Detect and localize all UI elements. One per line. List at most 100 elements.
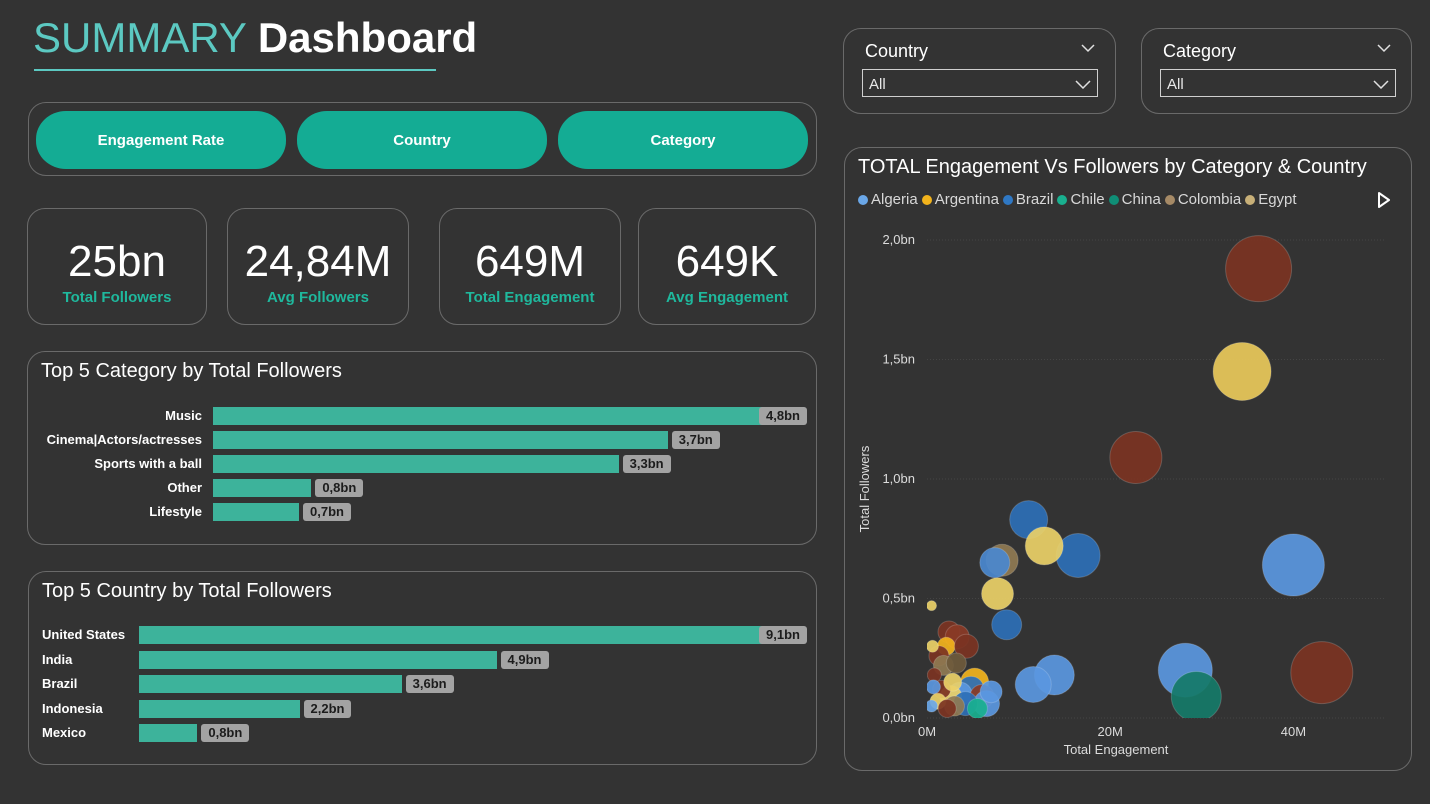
scatter-bubble[interactable] xyxy=(1261,533,1325,597)
scatter-bubble[interactable] xyxy=(1170,670,1222,721)
y-axis-title: Total Followers xyxy=(857,445,872,532)
bar[interactable] xyxy=(139,724,198,742)
page-title: SUMMARY Dashboard xyxy=(33,14,477,62)
country-dropdown[interactable]: All xyxy=(862,69,1098,97)
bar-category-label: United States xyxy=(42,627,126,642)
bar[interactable] xyxy=(139,650,497,669)
chevron-down-icon[interactable] xyxy=(1377,43,1391,53)
title-summary: SUMMARY xyxy=(33,14,247,61)
bar-row[interactable]: Brazil 3,6bn xyxy=(29,674,816,694)
y-tick-label: 2,0bn xyxy=(882,232,915,247)
bar[interactable] xyxy=(213,455,619,473)
x-tick-label: 0M xyxy=(918,724,936,739)
bar-row[interactable]: India 4,9bn xyxy=(29,650,816,670)
y-tick-label: 1,5bn xyxy=(882,352,915,367)
engagement-followers-scatter: TOTAL Engagement Vs Followers by Categor… xyxy=(844,147,1412,771)
kpi-value: 649K xyxy=(675,237,779,286)
category-dropdown[interactable]: All xyxy=(1160,69,1396,97)
bar[interactable] xyxy=(213,431,668,449)
scatter-bubble[interactable] xyxy=(926,679,941,695)
scatter-bubble[interactable] xyxy=(943,672,963,692)
kpi-label: Avg Engagement xyxy=(666,289,788,306)
category-button[interactable]: Category xyxy=(558,111,808,169)
bar-value-label: 9,1bn xyxy=(759,626,807,644)
bar[interactable] xyxy=(139,675,402,693)
scatter-bubble[interactable] xyxy=(1212,341,1272,401)
bar-category-label: Sports with a ball xyxy=(94,456,202,471)
chevron-down-icon xyxy=(1075,80,1091,89)
kpi-label: Total Followers xyxy=(62,289,172,306)
bar-value-label: 3,6bn xyxy=(405,675,454,693)
scatter-bubble[interactable] xyxy=(927,600,938,612)
title-underline xyxy=(34,69,436,71)
chevron-down-icon xyxy=(1373,80,1389,89)
slicer-title: Country xyxy=(865,41,929,61)
scatter-bubble[interactable] xyxy=(966,697,988,718)
bar[interactable] xyxy=(213,479,312,497)
bar-row[interactable]: Lifestyle 0,7bn xyxy=(28,502,816,522)
scatter-plot-area: 0,0bn 0,5bn 1,0bn 1,5bn 2,0bn 0M 20M 40M Total E… xyxy=(857,232,1385,757)
scatter-bubble[interactable] xyxy=(981,577,1015,611)
kpi-value: 25bn xyxy=(68,237,166,286)
bar-category-label: Music xyxy=(165,408,202,423)
top-category-chart: Top 5 Category by Total Followers Music 4… xyxy=(27,351,817,545)
scatter-bubble[interactable] xyxy=(991,609,1023,641)
dropdown-value: All xyxy=(869,76,886,93)
scatter-bubble[interactable] xyxy=(1014,666,1052,704)
chevron-down-icon[interactable] xyxy=(1081,43,1095,53)
bar-row[interactable]: Mexico 0,8bn xyxy=(29,723,816,743)
scatter-bubble[interactable] xyxy=(937,698,957,718)
bar-category-label: Indonesia xyxy=(42,700,103,716)
y-tick-label: 0,5bn xyxy=(882,591,915,606)
x-tick-label: 20M xyxy=(1098,724,1123,739)
bar[interactable] xyxy=(139,699,300,718)
scatter-bubble[interactable] xyxy=(979,547,1011,579)
bar-row[interactable]: Cinema|Actors/actresses 3,7bn xyxy=(28,430,816,450)
y-tick-label: 1,0bn xyxy=(882,471,915,486)
scatter-bubble[interactable] xyxy=(945,652,967,674)
x-axis-title: Total Engagement xyxy=(1064,742,1169,757)
kpi-value: 649M xyxy=(474,237,586,286)
scatter-bubble[interactable] xyxy=(1024,526,1064,566)
chart-title: Top 5 Country by Total Followers xyxy=(42,580,332,602)
bar-category-label: Brazil xyxy=(42,676,78,691)
kpi-value: 24,84M xyxy=(244,237,392,286)
bar-value-label: 4,9bn xyxy=(500,650,549,669)
bar-value-label: 3,3bn xyxy=(622,455,671,473)
bar-row[interactable]: Sports with a ball 3,3bn xyxy=(28,454,816,474)
engagement-rate-button[interactable]: Engagement Rate xyxy=(36,111,286,169)
slicer-title: Category xyxy=(1163,41,1237,61)
bar[interactable] xyxy=(213,503,300,521)
kpi-card-total-engagement: 649M Total Engagement xyxy=(439,208,621,325)
bar-value-label: 0,8bn xyxy=(315,479,364,497)
bar-row[interactable]: Other 0,8bn xyxy=(28,478,816,498)
bar-value-label: 0,8bn xyxy=(201,724,250,742)
bar-row[interactable]: Indonesia 2,2bn xyxy=(29,699,816,719)
bar-category-label: Lifestyle xyxy=(149,504,202,519)
scatter-bubble[interactable] xyxy=(1290,641,1354,705)
bar[interactable] xyxy=(139,626,803,644)
category-slicer: Category All xyxy=(1141,28,1412,114)
bar[interactable] xyxy=(213,407,803,425)
scatter-bubble[interactable] xyxy=(926,639,939,653)
bar-value-label: 4,8bn xyxy=(759,407,807,425)
kpi-card-total-followers: 25bn Total Followers xyxy=(27,208,207,325)
dropdown-value: All xyxy=(1167,76,1184,93)
scatter-bubble[interactable] xyxy=(926,699,939,713)
scatter-bubble[interactable] xyxy=(979,680,1003,704)
bar-value-label: 0,7bn xyxy=(303,503,351,521)
title-dashboard: Dashboard xyxy=(257,14,478,61)
y-tick-label: 0,0bn xyxy=(882,710,915,725)
kpi-card-avg-engagement: 649K Avg Engagement xyxy=(638,208,816,325)
bar-category-label: Mexico xyxy=(42,725,87,740)
navigation-button-group: Engagement Rate Country Category xyxy=(28,102,817,176)
bar-row[interactable]: United States 9,1bn xyxy=(29,625,816,645)
bar-category-label: Other xyxy=(167,480,202,495)
kpi-card-avg-followers: 24,84M Avg Followers xyxy=(227,208,409,325)
scatter-bubble[interactable] xyxy=(1109,430,1163,484)
country-button[interactable]: Country xyxy=(297,111,547,169)
scatter-bubble[interactable] xyxy=(1225,235,1293,303)
bar-row[interactable]: Music 4,8bn xyxy=(28,406,816,426)
kpi-label: Avg Followers xyxy=(267,289,369,306)
bubble-group xyxy=(926,235,1354,721)
